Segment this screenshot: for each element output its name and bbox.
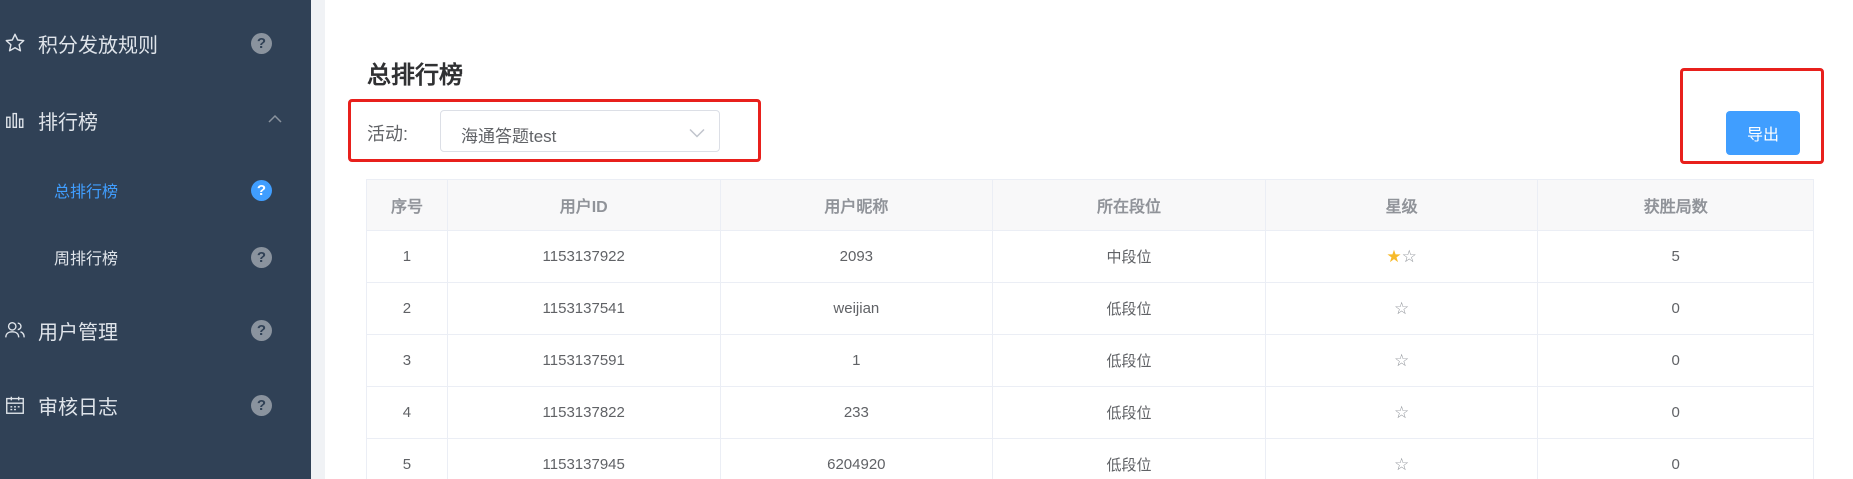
sidebar-item-label: 积分发放规则 [38, 34, 158, 57]
star-outline-icon: ☆ [1393, 454, 1410, 474]
wins-cell: 0 [1671, 404, 1680, 421]
table-body: 1 1153137922 2093 中段位 ★ ☆ 5 2 1153137541 weijian 低… [367, 231, 1813, 479]
star-outline-icon: ☆ [1393, 402, 1410, 422]
row-index-cell: 5 [367, 439, 448, 479]
wins-cell: 5 [1671, 248, 1680, 265]
sidebar-item-label: 审核日志 [38, 396, 118, 419]
rank-cell: 低段位 [993, 335, 1266, 386]
table-row[interactable]: 5 1153137945 6204920 低段位 ☆ 0 [367, 439, 1813, 479]
row-index-cell: 3 [367, 335, 448, 386]
table-row[interactable]: 1 1153137922 2093 中段位 ★ ☆ 5 [367, 231, 1813, 283]
sidebar-item-leaderboard[interactable]: 排行榜 [0, 100, 311, 140]
column-header-wins[interactable]: 获胜局数 [1538, 180, 1814, 231]
chevron-up-icon[interactable] [268, 111, 282, 129]
sidebar-item-label: 用户管理 [38, 321, 118, 344]
user-id-cell: 1153137591 [448, 335, 721, 386]
stars-cell: ★ ☆ [1266, 231, 1539, 282]
stars-cell: ☆ [1266, 439, 1539, 479]
sidebar-item-points-rules[interactable]: 积分发放规则 ? [0, 23, 311, 63]
star-outline-icon: ☆ [1393, 298, 1410, 318]
column-header-nickname[interactable]: 用户昵称 [720, 180, 994, 231]
row-index-cell: 1 [367, 231, 448, 282]
help-icon[interactable]: ? [251, 32, 272, 54]
rank-cell: 低段位 [993, 387, 1266, 438]
wins-cell: 0 [1671, 456, 1680, 473]
users-icon [4, 319, 26, 341]
table-row[interactable]: 4 1153137822 233 低段位 ☆ 0 [367, 387, 1813, 439]
row-index-cell: 4 [367, 387, 448, 438]
user-id-cell: 1153137945 [448, 439, 721, 479]
nickname-cell: 2093 [721, 231, 994, 282]
content-divider [311, 0, 325, 479]
row-index-cell: 2 [367, 283, 448, 334]
help-icon[interactable]: ? [251, 319, 272, 341]
activity-select[interactable]: 海通答题test [440, 110, 720, 152]
sidebar: 积分发放规则 ? 排行榜 总排行榜 ? 周排行榜 ? 用户管理 ? 审核日志 ? [0, 0, 311, 479]
stars-cell: ☆ [1266, 335, 1539, 386]
activity-filter-label: 活动: [367, 124, 409, 144]
nickname-cell: weijian [721, 283, 994, 334]
leaderboard-table: 序号 用户ID 用户昵称 所在段位 星级 获胜局数 1 1153137922 209… [366, 179, 1814, 479]
help-icon[interactable]: ? [251, 394, 272, 416]
wins-cell: 0 [1671, 300, 1680, 317]
nickname-cell: 6204920 [721, 439, 994, 479]
export-button[interactable]: 导出 [1726, 111, 1800, 155]
sidebar-item-audit-log[interactable]: 审核日志 ? [0, 385, 311, 425]
stars-cell: ☆ [1266, 387, 1539, 438]
calendar-icon [4, 394, 26, 416]
column-header-user-id[interactable]: 用户ID [447, 180, 721, 231]
rank-cell: 中段位 [993, 231, 1266, 282]
rank-cell: 低段位 [993, 439, 1266, 479]
user-id-cell: 1153137822 [448, 387, 721, 438]
star-outline-icon: ☆ [1393, 350, 1410, 370]
sidebar-item-label: 总排行榜 [54, 184, 119, 201]
sidebar-item-weekly-leaderboard[interactable]: 周排行榜 ? [0, 237, 311, 277]
star-outline-icon [4, 32, 26, 54]
wins-cell: 0 [1671, 352, 1680, 369]
page-title: 总排行榜 [367, 62, 463, 89]
activity-select-value: 海通答题test [461, 127, 557, 146]
help-icon[interactable]: ? [251, 179, 272, 201]
chevron-down-icon [689, 125, 705, 143]
table-header: 序号 用户ID 用户昵称 所在段位 星级 获胜局数 [367, 180, 1814, 231]
table-row[interactable]: 3 1153137591 1 低段位 ☆ 0 [367, 335, 1813, 387]
column-header-stars[interactable]: 星级 [1265, 180, 1539, 231]
user-id-cell: 1153137922 [448, 231, 721, 282]
sidebar-item-user-management[interactable]: 用户管理 ? [0, 310, 311, 350]
sidebar-item-label: 周排行榜 [54, 251, 119, 268]
help-icon[interactable]: ? [251, 246, 272, 268]
nickname-cell: 1 [721, 335, 994, 386]
user-id-cell: 1153137541 [448, 283, 721, 334]
nickname-cell: 233 [721, 387, 994, 438]
bar-chart-icon [4, 109, 26, 131]
column-header-rank[interactable]: 所在段位 [993, 180, 1266, 231]
column-header-index[interactable]: 序号 [367, 180, 448, 231]
star-outline-icon: ☆ [1401, 246, 1417, 266]
sidebar-item-total-leaderboard[interactable]: 总排行榜 ? [0, 170, 311, 210]
sidebar-item-label: 排行榜 [38, 111, 98, 134]
stars-cell: ☆ [1266, 283, 1539, 334]
star-filled-icon: ★ [1386, 246, 1402, 266]
rank-cell: 低段位 [993, 283, 1266, 334]
table-row[interactable]: 2 1153137541 weijian 低段位 ☆ 0 [367, 283, 1813, 335]
